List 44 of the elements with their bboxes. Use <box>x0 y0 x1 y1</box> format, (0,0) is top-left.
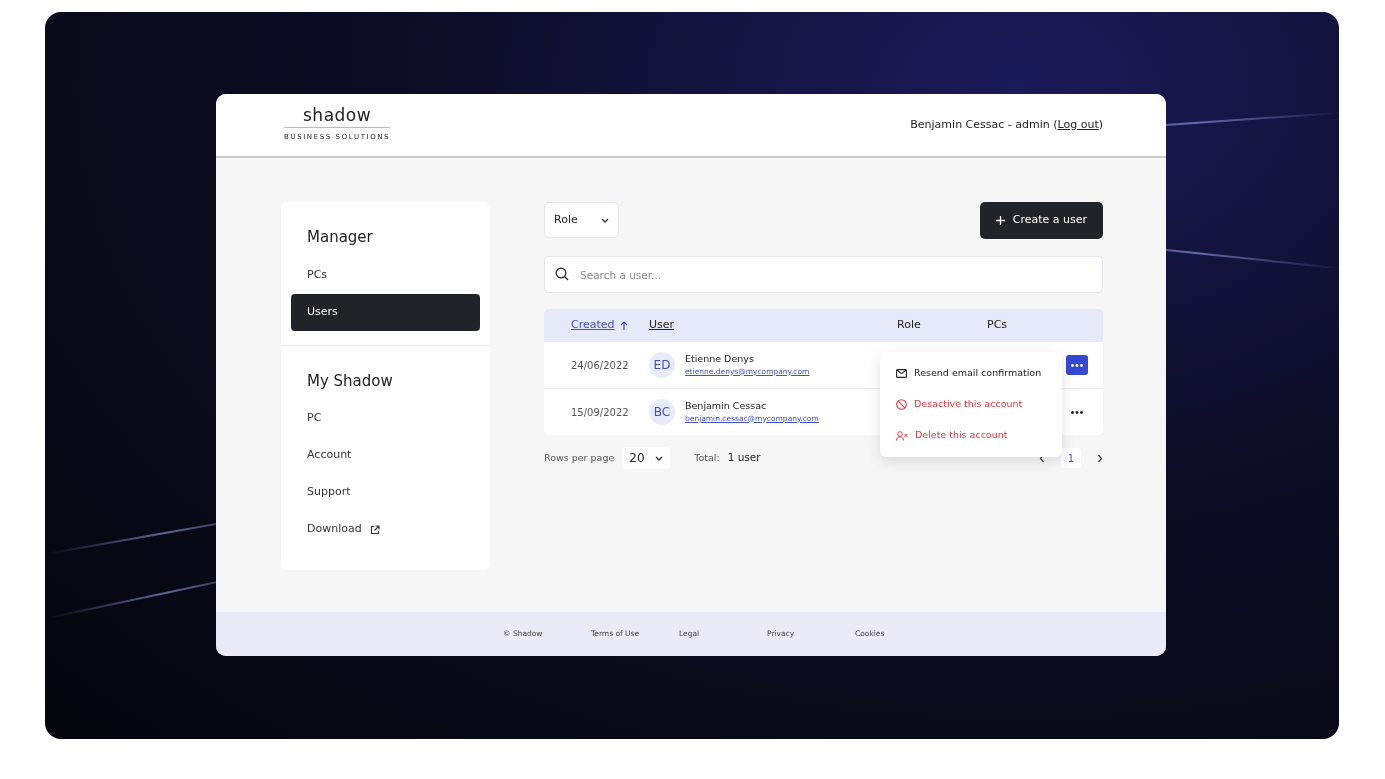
date-cell-text: 15/09/2022 <box>571 405 629 420</box>
column-header: PCs <box>987 317 1008 331</box>
blocked-icon <box>896 399 907 410</box>
envelope-icon <box>896 369 907 378</box>
sidebar-section-title: My Shadow <box>306 370 394 392</box>
search-field[interactable]: Search a user... <box>544 256 1103 293</box>
user-name: Benjamin Cessac <box>685 400 768 413</box>
sidebar-item[interactable]: PC <box>291 400 480 437</box>
logout-link[interactable]: Log out <box>1057 117 1099 131</box>
avatar-initials: ED <box>649 352 675 378</box>
ellipsis-icon <box>1071 363 1083 367</box>
chevron-down-icon <box>655 455 664 461</box>
sidebar-item[interactable]: Download <box>291 511 480 548</box>
sidebar-item[interactable]: Support <box>291 474 480 511</box>
more-actions-button[interactable] <box>1066 355 1088 375</box>
date-cell-text: 24/06/2022 <box>571 358 629 373</box>
rows-per-page-dropdown[interactable]: 20 <box>622 447 671 469</box>
user-label-paren: ) <box>1098 117 1103 131</box>
menu-item[interactable]: Delete this account <box>880 420 1062 451</box>
sidebar-section-title: Manager <box>306 227 374 248</box>
user-label: Benjamin Cessac - admin ( <box>910 117 1058 131</box>
column-header: Role <box>897 317 921 331</box>
logo-wordmark: shadow <box>302 107 373 125</box>
rows-per-page-label: Rows per page <box>544 450 615 465</box>
column-header[interactable]: User <box>649 316 675 334</box>
next-page-icon[interactable] <box>1097 453 1103 463</box>
remove-user-icon <box>896 430 908 441</box>
role-dropdown[interactable]: Role <box>544 202 619 238</box>
column-header[interactable]: Created <box>571 316 615 334</box>
plus-icon <box>995 216 1005 225</box>
menu-item[interactable]: Desactive this account <box>880 389 1062 420</box>
total-label: Total: <box>694 450 720 465</box>
sidebar-item[interactable]: Users <box>291 293 480 331</box>
sidebar-item[interactable]: PCs <box>291 256 480 294</box>
avatar-initials: BC <box>649 399 675 425</box>
page-number[interactable]: 1 <box>1061 448 1081 468</box>
menu-item[interactable]: Resend email confirmation <box>880 358 1062 389</box>
sidebar-item[interactable]: Account <box>291 437 480 474</box>
sort-arrow-up-icon <box>619 320 628 330</box>
chevron-down-icon <box>601 217 609 223</box>
user-name: Etienne Denys <box>685 353 755 366</box>
create-user-button[interactable]: Create a user <box>979 202 1103 239</box>
total-count: 1 user <box>727 450 761 466</box>
ellipsis-icon <box>1071 410 1083 414</box>
